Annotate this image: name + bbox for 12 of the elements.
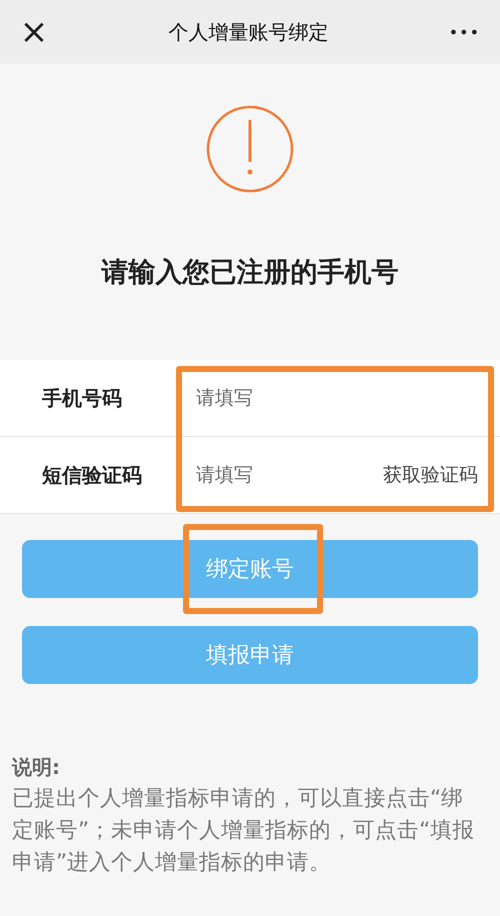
field-label: 手机号码 <box>42 384 123 412</box>
page-title: 个人增量账号绑定 <box>167 18 330 46</box>
field-label: 短信验证码 <box>42 462 143 488</box>
phone-field[interactable]: 请填写 <box>196 387 266 409</box>
get-code-button[interactable]: 获取验证码 <box>383 462 478 488</box>
code-field[interactable]: 请填写 <box>196 464 266 486</box>
note-text: 已提出个人增量指标申请的，可以直接点击“绑定账号”；未申请个人增量指标的，可点击“填报申请”进入个人增量指标的申请。 <box>12 785 476 877</box>
exclamation-icon <box>205 104 295 194</box>
note-title: 说明: <box>12 754 61 781</box>
heading: 请输入您已注册的手机号 <box>100 256 400 290</box>
close-button[interactable]: × <box>14 15 54 49</box>
more-button[interactable]: ••• <box>442 22 486 42</box>
